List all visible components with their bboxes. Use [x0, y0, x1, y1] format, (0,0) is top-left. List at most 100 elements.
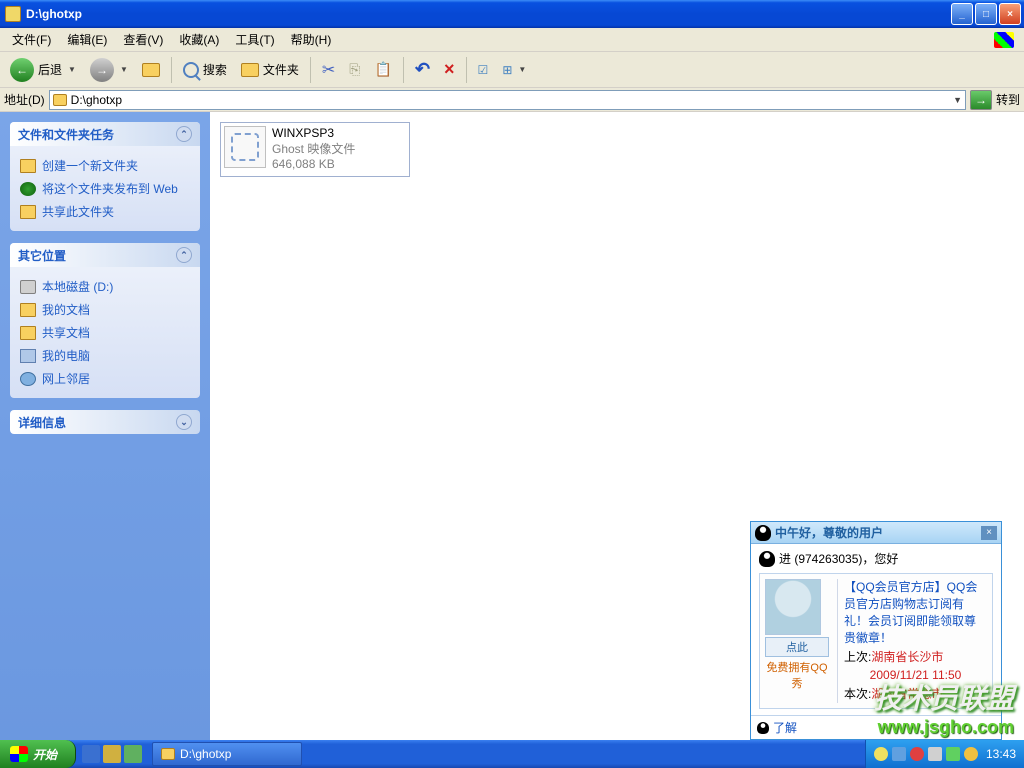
menu-favorites[interactable]: 收藏(A)	[171, 28, 227, 51]
go-label: 转到	[996, 91, 1020, 108]
chevron-down-icon: ▼	[120, 65, 128, 74]
forward-button[interactable]: → ▼	[84, 55, 134, 85]
address-bar: 地址(D) D:\ghotxp ▼ → 转到	[0, 88, 1024, 112]
properties-button[interactable]: ☑	[472, 55, 495, 85]
paste-button[interactable]: 📋	[369, 55, 398, 85]
delete-icon: ×	[444, 59, 455, 80]
place-my-computer[interactable]: 我的电脑	[20, 344, 190, 367]
address-value: D:\ghotxp	[71, 93, 122, 107]
folder-up-icon	[142, 63, 160, 77]
file-item[interactable]: WINXPSP3 Ghost 映像文件 646,088 KB	[220, 122, 410, 177]
title-bar: D:\ghotxp _ □ ×	[0, 0, 1024, 28]
go-button[interactable]: →	[970, 90, 992, 110]
task-share[interactable]: 共享此文件夹	[20, 200, 190, 223]
address-label: 地址(D)	[4, 91, 45, 108]
qq-bottom-bar: 了解	[751, 715, 1001, 739]
menu-edit[interactable]: 编辑(E)	[59, 28, 115, 51]
taskbar-item-label: D:\ghotxp	[180, 747, 231, 761]
address-input[interactable]: D:\ghotxp ▼	[49, 90, 966, 110]
tasks-panel: 文件和文件夹任务 ⌃ 创建一个新文件夹 将这个文件夹发布到 Web 共享此文件夹	[10, 122, 200, 231]
taskbar-item-explorer[interactable]: D:\ghotxp	[152, 742, 302, 766]
window-title: D:\ghotxp	[26, 7, 951, 21]
drive-icon	[20, 280, 36, 294]
minimize-button[interactable]: _	[951, 3, 973, 25]
details-panel: 详细信息 ⌄	[10, 410, 200, 434]
ie-icon[interactable]	[82, 745, 100, 763]
task-publish[interactable]: 将这个文件夹发布到 Web	[20, 177, 190, 200]
search-button[interactable]: 搜索	[177, 55, 233, 85]
qq-close-button[interactable]: ×	[981, 526, 997, 540]
tray-icon[interactable]	[928, 747, 942, 761]
separator	[403, 57, 404, 83]
clock[interactable]: 13:43	[986, 747, 1016, 761]
qq-penguin-icon	[757, 722, 769, 734]
taskbar: 开始 D:\ghotxp 13:43	[0, 740, 1024, 768]
place-local-disk[interactable]: 本地磁盘 (D:)	[20, 275, 190, 298]
folder-icon	[5, 6, 21, 22]
folder-icon	[20, 303, 36, 317]
undo-icon: ↶	[415, 59, 430, 80]
details-header[interactable]: 详细信息 ⌄	[10, 410, 200, 434]
place-network[interactable]: 网上邻居	[20, 367, 190, 390]
tray-icon[interactable]	[946, 747, 960, 761]
menu-help[interactable]: 帮助(H)	[283, 28, 340, 51]
forward-icon: →	[90, 58, 114, 82]
scissors-icon: ✂	[322, 60, 335, 80]
qq-more-link[interactable]: 了解	[773, 719, 797, 736]
place-my-docs[interactable]: 我的文档	[20, 298, 190, 321]
copy-button[interactable]: ⎘	[343, 55, 366, 85]
folder-icon	[241, 63, 259, 77]
qq-penguin-icon	[755, 525, 771, 541]
menu-tools[interactable]: 工具(T)	[227, 28, 282, 51]
tasks-header[interactable]: 文件和文件夹任务 ⌃	[10, 122, 200, 146]
quick-launch	[76, 745, 148, 763]
details-title: 详细信息	[18, 414, 66, 431]
other-places-panel: 其它位置 ⌃ 本地磁盘 (D:) 我的文档 共享文档 我的电脑 网上邻居	[10, 243, 200, 398]
ghost-file-icon	[224, 126, 266, 168]
computer-icon	[20, 349, 36, 363]
system-tray: 13:43	[865, 740, 1024, 768]
tray-icon[interactable]	[874, 747, 888, 761]
views-button[interactable]: ⊞▼	[496, 55, 532, 85]
chevron-up-icon: ⌃	[176, 126, 192, 142]
start-label: 开始	[33, 746, 57, 763]
app-icon[interactable]	[124, 745, 142, 763]
menu-file[interactable]: 文件(F)	[4, 28, 59, 51]
tray-icon[interactable]	[892, 747, 906, 761]
qq-notification-popup: 中午好，尊敬的用户 × 进 (974263035)，您好 点此 免费拥有QQ秀 …	[750, 521, 1002, 740]
file-size: 646,088 KB	[272, 157, 355, 173]
other-header[interactable]: 其它位置 ⌃	[10, 243, 200, 267]
qq-avatar	[765, 579, 821, 635]
back-button[interactable]: ← 后退 ▼	[4, 55, 82, 85]
start-button[interactable]: 开始	[0, 740, 76, 768]
task-new-folder[interactable]: 创建一个新文件夹	[20, 154, 190, 177]
paste-icon: 📋	[375, 61, 392, 78]
undo-button[interactable]: ↶	[409, 55, 436, 85]
up-button[interactable]	[136, 55, 166, 85]
qq-this-row: 本次:湖南省常德市	[844, 686, 987, 703]
desktop-icon[interactable]	[103, 745, 121, 763]
chevron-down-icon[interactable]: ▼	[953, 95, 962, 105]
qq-avatar-button[interactable]: 点此	[765, 637, 829, 657]
delete-button[interactable]: ×	[438, 55, 461, 85]
qq-greeting: 进 (974263035)，您好	[759, 550, 993, 567]
folders-button[interactable]: 文件夹	[235, 55, 305, 85]
chevron-down-icon: ▼	[518, 65, 526, 74]
place-shared-docs[interactable]: 共享文档	[20, 321, 190, 344]
maximize-button[interactable]: □	[975, 3, 997, 25]
other-title: 其它位置	[18, 247, 66, 264]
qq-penguin-icon	[759, 551, 775, 567]
tray-icon[interactable]	[964, 747, 978, 761]
tray-icon[interactable]	[910, 747, 924, 761]
chevron-down-icon: ⌄	[176, 414, 192, 430]
qq-title: 中午好，尊敬的用户	[775, 524, 977, 541]
qq-avatar-sub[interactable]: 免费拥有QQ秀	[765, 659, 829, 691]
tasks-title: 文件和文件夹任务	[18, 126, 114, 143]
close-button[interactable]: ×	[999, 3, 1021, 25]
qq-promo-link[interactable]: 【QQ会员官方店】QQ会员官方店购物志订阅有礼！会员订阅即能领取尊贵徽章！	[844, 579, 987, 646]
menu-view[interactable]: 查看(V)	[115, 28, 171, 51]
folder-icon	[161, 748, 175, 760]
properties-icon: ☑	[478, 63, 489, 77]
cut-button[interactable]: ✂	[316, 55, 341, 85]
chevron-down-icon: ▼	[68, 65, 76, 74]
